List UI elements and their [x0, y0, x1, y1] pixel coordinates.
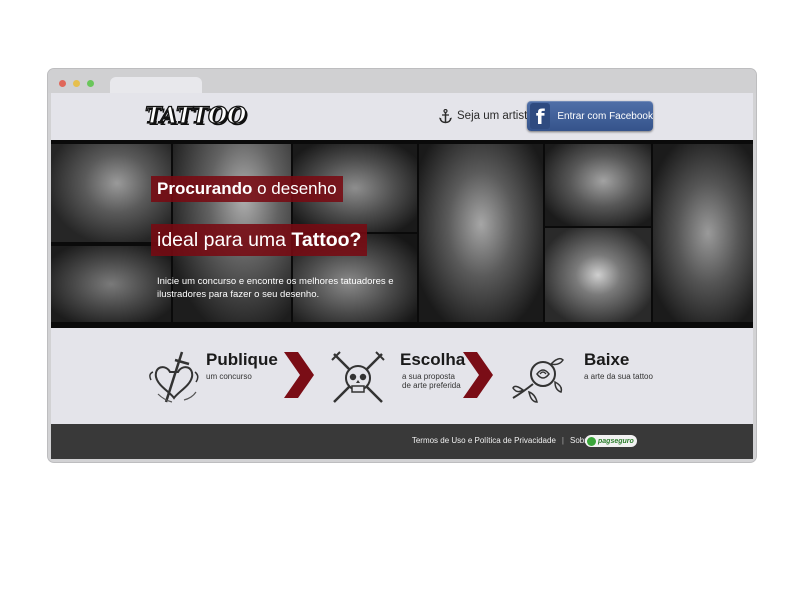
heart-dagger-icon: [149, 351, 199, 403]
step-subtitle-publique: um concurso: [206, 372, 252, 381]
hero-headline-strong-2: Tattoo?: [291, 229, 362, 251]
pagseguro-logo-icon: [587, 436, 596, 446]
terms-link[interactable]: Termos de Uso e Política de Privacidade: [412, 436, 556, 445]
hero-headline-strong-1: Procurando: [157, 179, 253, 198]
step-subtitle-escolha-1: a sua proposta: [402, 372, 455, 381]
step-publique: Publique um concurso: [148, 350, 278, 406]
step-escolha: Escolha a sua proposta de arte preferida: [328, 350, 468, 406]
pagseguro-badge[interactable]: pagseguro: [585, 435, 637, 447]
anchor-icon: [439, 108, 452, 123]
browser-titlebar: [48, 69, 756, 95]
skull-crossed-daggers-icon: [331, 351, 385, 403]
hero-headline-rest-2: ideal para uma: [157, 229, 292, 251]
maximize-window-button[interactable]: [87, 80, 94, 87]
site-footer: Termos de Uso e Política de Privacidade …: [51, 424, 753, 459]
hero-headline-line-1: Procurando o desenho: [151, 176, 343, 202]
hero-headline-rest-1: o desenho: [252, 179, 337, 198]
become-artist-link[interactable]: Seja um artista: [439, 107, 534, 125]
page-viewport: TATTOO Seja um artista f Entrar com Face…: [51, 93, 753, 459]
hero-headline-line-2: ideal para uma Tattoo?: [151, 224, 368, 256]
photo-tile-back-tattoo: [51, 246, 171, 322]
rose-icon: [512, 357, 564, 403]
step-title-escolha: Escolha: [400, 350, 466, 369]
footer-separator: |: [561, 436, 564, 445]
pagseguro-label: pagseguro: [598, 437, 634, 445]
hero-description: Inicie um concurso e encontre os melhore…: [157, 276, 394, 300]
browser-window: TATTOO Seja um artista f Entrar com Face…: [48, 69, 756, 462]
site-header: TATTOO Seja um artista f Entrar com Face…: [51, 93, 753, 141]
facebook-login-label: Entrar com Facebook: [557, 110, 653, 122]
step-subtitle-escolha-2: de arte preferida: [402, 381, 461, 390]
photo-tile-woman-lying: [545, 144, 651, 226]
photo-tile-frame: [545, 228, 651, 322]
step-subtitle-baixe: a arte da sua tattoo: [584, 372, 653, 381]
step-arrow-2: [463, 352, 493, 398]
photo-tile-full-back: [653, 144, 753, 322]
steps-section: Publique um concurso Escolha a sua propo…: [51, 328, 753, 424]
step-title-baixe: Baixe: [584, 350, 630, 369]
close-window-button[interactable]: [59, 80, 66, 87]
step-arrow-1: [284, 352, 314, 398]
step-title-publique: Publique: [206, 350, 278, 369]
facebook-login-button[interactable]: f Entrar com Facebook: [527, 101, 653, 131]
step-baixe: Baixe a arte da sua tattoo: [509, 350, 659, 406]
minimize-window-button[interactable]: [73, 80, 80, 87]
hero-banner: Procurando o desenho ideal para uma Tatt…: [51, 140, 753, 328]
photo-tile-woman-back: [419, 144, 543, 322]
become-artist-label: Seja um artista: [457, 110, 534, 122]
facebook-icon: f: [530, 103, 551, 129]
site-logo[interactable]: TATTOO: [144, 102, 247, 129]
